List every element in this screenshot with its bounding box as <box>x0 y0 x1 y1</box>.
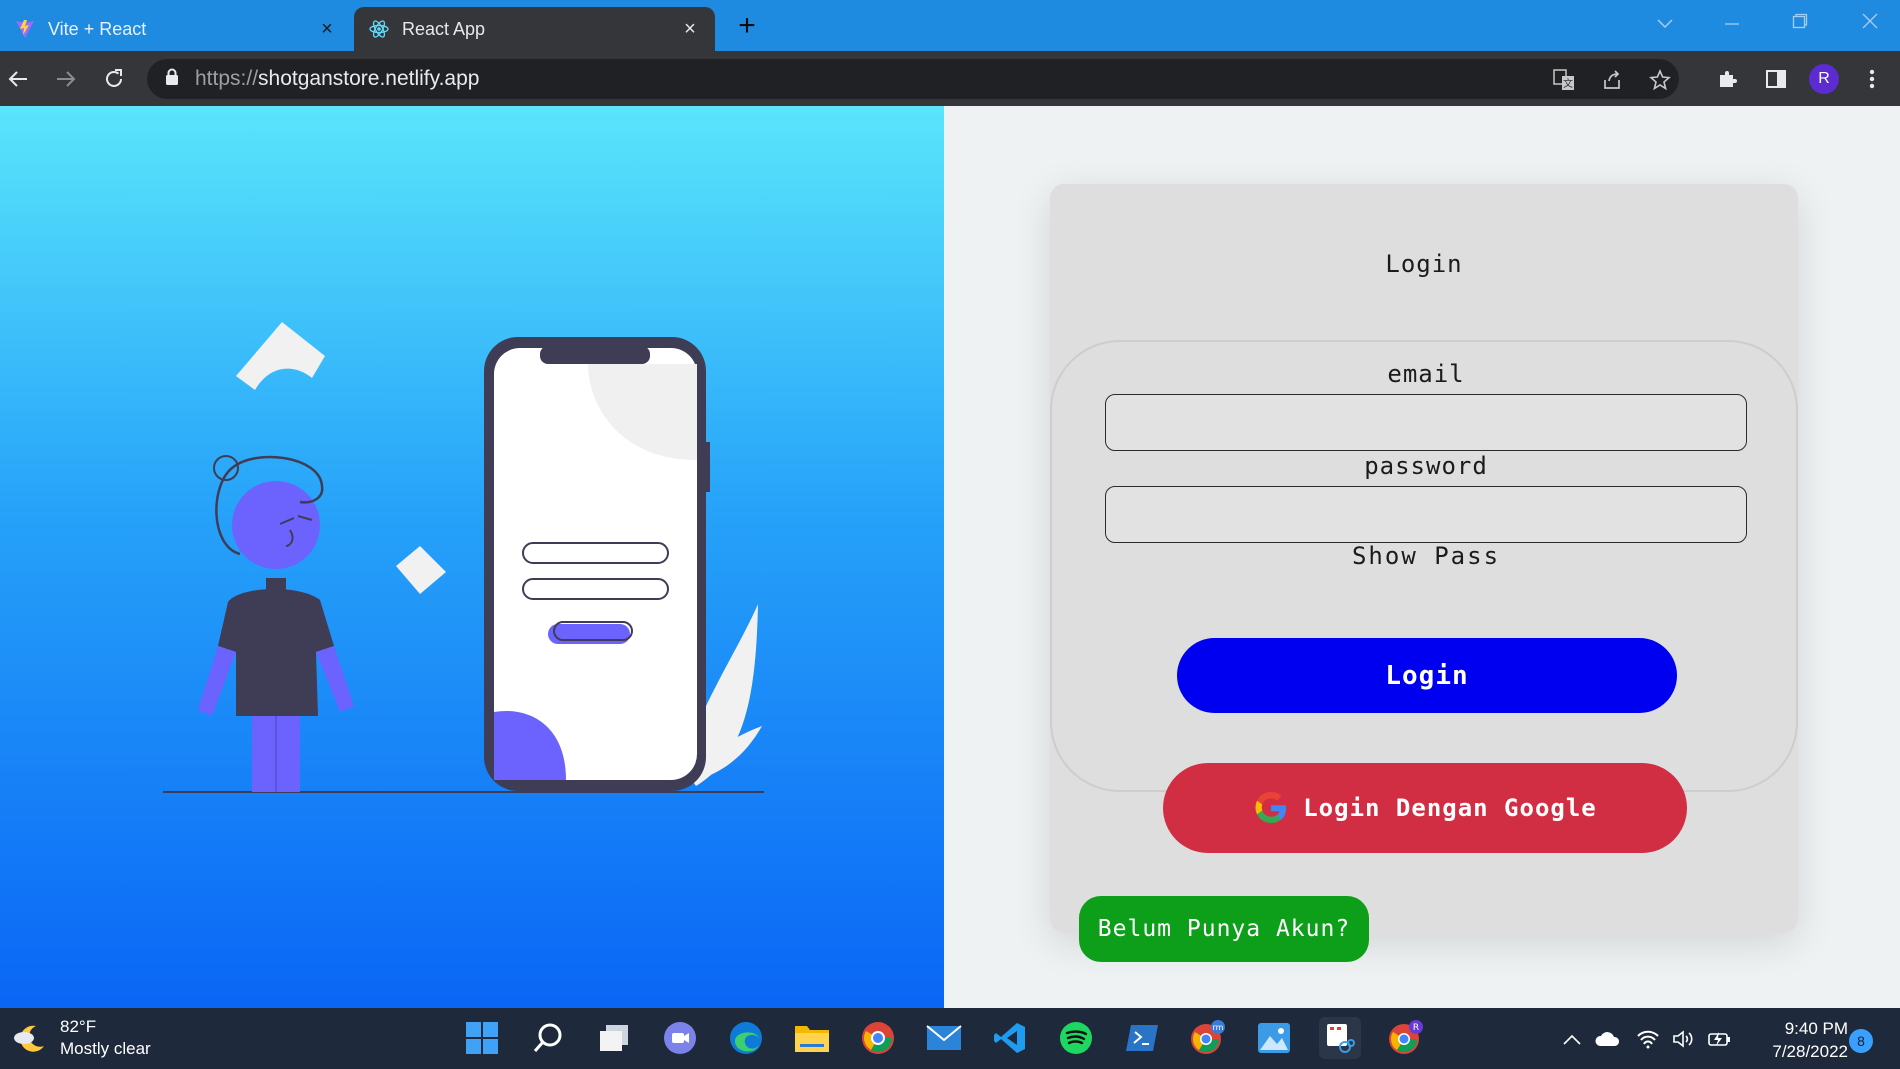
login-form: email password Show Pass Login <box>1050 340 1798 792</box>
tab-title: Vite + React <box>48 18 147 39</box>
weather-temp: 82°F <box>60 1017 97 1036</box>
volume-icon[interactable] <box>1670 1026 1698 1052</box>
chevron-down-icon[interactable] <box>1645 8 1685 38</box>
forward-icon[interactable] <box>50 63 82 95</box>
chrome-icon[interactable] <box>857 1017 899 1059</box>
wifi-icon[interactable] <box>1634 1026 1662 1052</box>
task-view-icon[interactable] <box>593 1017 635 1059</box>
tab-title: React App <box>402 18 486 39</box>
clock-time: 9:40 PM <box>1784 1019 1848 1038</box>
back-icon[interactable] <box>2 63 34 95</box>
system-clock[interactable]: 9:40 PM 7/28/2022 <box>1748 1017 1848 1063</box>
login-button[interactable]: Login <box>1177 638 1677 713</box>
edge-icon[interactable] <box>725 1017 767 1059</box>
profile-avatar[interactable]: R <box>1808 63 1840 95</box>
browser-titlebar: Vite + React × React App × + <box>0 0 1900 51</box>
browser-toolbar: https://shotganstore.netlify.app 文 R <box>0 51 1900 106</box>
battery-charging-icon[interactable] <box>1706 1026 1734 1052</box>
windows-start-icon[interactable] <box>461 1017 503 1059</box>
tab-vite-react[interactable]: Vite + React × <box>0 7 352 51</box>
email-field[interactable] <box>1105 394 1747 451</box>
login-card: Login email password Show Pass Login Log… <box>1050 184 1798 962</box>
google-logo-icon <box>1255 792 1287 823</box>
minimize-icon[interactable] <box>1712 8 1752 38</box>
moon-cloud-icon <box>14 1025 44 1052</box>
restore-icon[interactable] <box>1780 8 1820 38</box>
close-window-icon[interactable] <box>1850 8 1890 38</box>
signup-button[interactable]: Belum Punya Akun? <box>1079 896 1369 962</box>
illustration-panel <box>0 106 944 1008</box>
url-text: https://shotganstore.netlify.app <box>195 67 480 90</box>
show-pass-toggle[interactable]: Show Pass <box>1052 542 1800 570</box>
teams-chat-icon[interactable] <box>659 1017 701 1059</box>
profile-initial: R <box>1809 64 1839 94</box>
chevron-up-icon[interactable] <box>1558 1026 1586 1052</box>
more-menu-icon[interactable] <box>1856 63 1888 95</box>
weather-widget[interactable]: 82°F Mostly clear <box>12 1016 151 1060</box>
web-page: Login email password Show Pass Login Log… <box>0 106 1900 1008</box>
weather-desc: Mostly clear <box>60 1039 151 1058</box>
chrome-profile-icon[interactable]: rm <box>1187 1017 1229 1059</box>
windows-taskbar: 82°F Mostly clear rm R 9:40 PM 7/28/2022… <box>0 1008 1900 1069</box>
svg-text:文: 文 <box>1563 77 1573 90</box>
extensions-puzzle-icon[interactable] <box>1712 63 1744 95</box>
new-tab-button[interactable]: + <box>732 11 762 41</box>
vscode-icon[interactable] <box>989 1017 1031 1059</box>
svg-text:R: R <box>1413 1023 1419 1033</box>
terminal-icon[interactable] <box>1121 1017 1163 1059</box>
clock-date: 7/28/2022 <box>1772 1042 1848 1061</box>
tab-react-app[interactable]: React App × <box>354 7 715 51</box>
notification-badge[interactable]: 8 <box>1849 1029 1873 1053</box>
password-field[interactable] <box>1105 486 1747 543</box>
close-tab-icon[interactable]: × <box>316 18 338 40</box>
onedrive-cloud-icon[interactable] <box>1593 1026 1621 1052</box>
mobile-login-illustration <box>163 322 764 793</box>
share-icon[interactable] <box>1599 67 1625 93</box>
password-label: password <box>1364 452 1488 480</box>
vite-icon <box>14 18 36 40</box>
snipping-tool-icon[interactable] <box>1319 1017 1361 1059</box>
weather-text: 82°F Mostly clear <box>60 1016 151 1060</box>
close-tab-icon[interactable]: × <box>679 18 701 40</box>
translate-icon[interactable]: 文 <box>1551 67 1577 93</box>
search-icon[interactable] <box>527 1017 569 1059</box>
svg-text:rm: rm <box>1213 1023 1224 1032</box>
side-panel-icon[interactable] <box>1760 63 1792 95</box>
file-explorer-icon[interactable] <box>791 1017 833 1059</box>
mail-icon[interactable] <box>923 1017 965 1059</box>
reload-icon[interactable] <box>98 63 130 95</box>
chrome-profile-r-icon[interactable]: R <box>1385 1017 1427 1059</box>
login-panel: Login email password Show Pass Login Log… <box>944 106 1900 1008</box>
login-google-label: Login Dengan Google <box>1303 794 1597 822</box>
lock-icon <box>165 68 179 91</box>
photos-icon[interactable] <box>1253 1017 1295 1059</box>
react-icon <box>368 18 390 40</box>
bookmark-star-icon[interactable] <box>1647 67 1673 93</box>
spotify-icon[interactable] <box>1055 1017 1097 1059</box>
email-label: email <box>1387 360 1465 388</box>
address-bar[interactable]: https://shotganstore.netlify.app 文 <box>147 59 1679 99</box>
login-title: Login <box>1385 250 1463 278</box>
login-google-button[interactable]: Login Dengan Google <box>1163 763 1687 853</box>
